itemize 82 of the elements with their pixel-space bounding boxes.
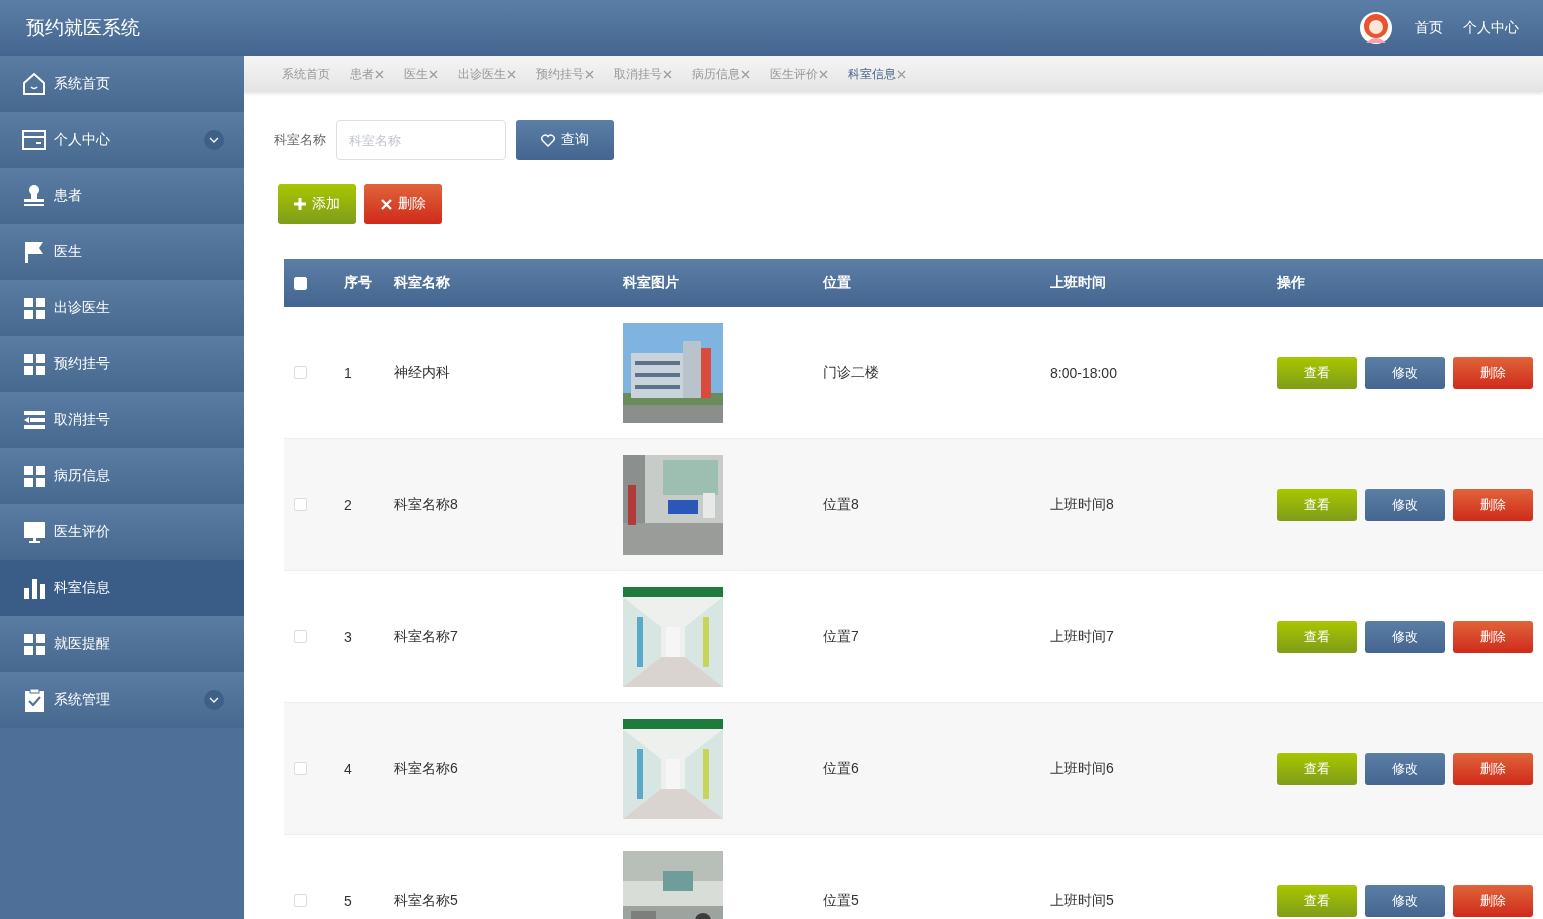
table-cell: 位置7 [823, 627, 859, 644]
table-cell: 位置6 [823, 759, 859, 776]
edit-button[interactable]: 修改 [1365, 620, 1445, 653]
table-cell: 3 [344, 628, 352, 645]
delete-button[interactable]: 删除 [364, 184, 442, 224]
table-cell: 上班时间7 [1050, 627, 1114, 644]
table-cell: 科室名称5 [394, 891, 458, 908]
select-all-checkbox[interactable] [294, 276, 307, 290]
sidebar-item[interactable]: 就医提醒 [0, 616, 244, 672]
column-header: 序号 [344, 274, 372, 290]
table-cell: 2 [344, 496, 352, 513]
person-icon [21, 183, 47, 209]
table-cell: 科室名称7 [394, 627, 458, 644]
column-header: 科室图片 [623, 274, 679, 292]
grid-icon [21, 295, 47, 321]
close-icon [380, 198, 392, 210]
sidebar-item[interactable]: 个人中心 [0, 112, 244, 168]
table-cell: 上班时间6 [1050, 759, 1114, 776]
tab[interactable]: 出诊医生 [458, 65, 516, 83]
table-cell: 科室名称8 [394, 495, 458, 512]
table-cell: 科室名称6 [394, 759, 458, 776]
table-cell: 4 [344, 760, 352, 777]
edit-button[interactable]: 修改 [1365, 488, 1445, 521]
table-cell: 上班时间5 [1050, 891, 1114, 908]
table-cell: 8:00-18:00 [1050, 364, 1117, 381]
sidebar-item[interactable]: 医生评价 [0, 504, 244, 560]
search-button[interactable]: 查询 [516, 120, 614, 160]
table-cell: 5 [344, 892, 352, 909]
column-header: 位置 [823, 274, 851, 290]
column-header: 操作 [1277, 274, 1305, 290]
card-icon [21, 127, 47, 153]
grid-icon [21, 631, 47, 657]
delete-button[interactable]: 删除 [1453, 620, 1533, 653]
delete-button[interactable]: 删除 [1453, 884, 1533, 917]
sidebar-item[interactable]: 系统首页 [0, 56, 244, 112]
table-cell: 上班时间8 [1050, 495, 1114, 512]
tab[interactable]: 病历信息 [692, 65, 750, 83]
column-header: 科室名称 [394, 274, 450, 290]
tab[interactable]: 取消挂号 [614, 65, 672, 83]
tab[interactable]: 预约挂号 [536, 65, 594, 83]
row-checkbox[interactable] [294, 498, 307, 511]
sidebar-item[interactable]: 预约挂号 [0, 336, 244, 392]
edit-button[interactable]: 修改 [1365, 752, 1445, 785]
sidebar-item[interactable]: 医生 [0, 224, 244, 280]
heart-icon [541, 133, 555, 147]
row-checkbox[interactable] [294, 894, 307, 907]
app-title: 预约就医系统 [26, 16, 140, 40]
nav-link[interactable]: 个人中心 [1463, 19, 1519, 37]
delete-button[interactable]: 删除 [1453, 356, 1533, 389]
row-checkbox[interactable] [294, 630, 307, 643]
home-icon [21, 71, 47, 97]
table-cell: 神经内科 [394, 363, 450, 380]
column-header: 上班时间 [1050, 274, 1106, 290]
sidebar-item[interactable]: 患者 [0, 168, 244, 224]
table-cell: 位置8 [823, 495, 859, 512]
tab[interactable]: 科室信息 [848, 65, 906, 83]
avatar-icon [1359, 11, 1393, 45]
tab[interactable]: 系统首页 [282, 65, 330, 83]
search-field[interactable]: 科室名称 [336, 120, 506, 160]
monitor-icon [21, 519, 47, 545]
tab[interactable]: 医生评价 [770, 65, 828, 83]
table-cell: 位置5 [823, 891, 859, 908]
table-cell: 1 [344, 364, 352, 381]
sidebar-item[interactable]: 科室信息 [0, 560, 244, 616]
grid-icon [21, 351, 47, 377]
delete-button[interactable]: 删除 [1453, 752, 1533, 785]
plus-icon [294, 198, 306, 210]
grid-icon [21, 463, 47, 489]
row-checkbox[interactable] [294, 366, 307, 379]
tab[interactable]: 患者 [350, 65, 384, 83]
sidebar-item[interactable]: 取消挂号 [0, 392, 244, 448]
table-cell: 门诊二楼 [823, 363, 879, 380]
nav-link[interactable]: 首页 [1415, 19, 1443, 37]
tab[interactable]: 医生 [404, 65, 438, 83]
edit-button[interactable]: 修改 [1365, 884, 1445, 917]
edit-button[interactable]: 修改 [1365, 356, 1445, 389]
field-label: 科室名称 [274, 131, 326, 149]
sidebar-item[interactable]: 系统管理 [0, 672, 244, 728]
sidebar-item[interactable]: 病历信息 [0, 448, 244, 504]
row-checkbox[interactable] [294, 762, 307, 775]
sidebar-item[interactable]: 出诊医生 [0, 280, 244, 336]
delete-button[interactable]: 删除 [1453, 488, 1533, 521]
